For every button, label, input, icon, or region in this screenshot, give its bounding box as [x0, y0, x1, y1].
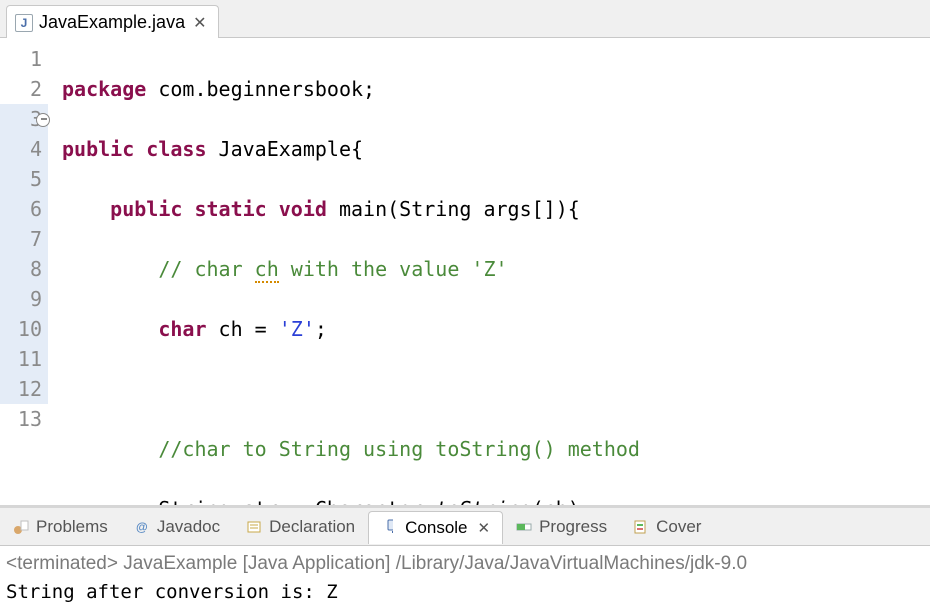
line-number: 13	[0, 404, 48, 434]
tab-declaration[interactable]: Declaration	[233, 511, 368, 543]
javadoc-icon: @	[133, 518, 151, 536]
token-string: 'Z'	[279, 317, 315, 341]
tab-label: Problems	[36, 517, 108, 537]
line-number: 4	[0, 134, 48, 164]
tab-label: Declaration	[269, 517, 355, 537]
code-line[interactable]: // char ch with the value 'Z'	[62, 254, 930, 284]
line-number: 2	[0, 74, 48, 104]
token-keyword: static	[182, 197, 266, 221]
declaration-icon	[245, 518, 263, 536]
line-number: 6	[0, 194, 48, 224]
close-view-icon[interactable]: ✕	[474, 519, 491, 537]
tab-javadoc[interactable]: @ Javadoc	[121, 511, 233, 543]
line-number-gutter: 1 2 3 4 5 6 7 8 9 10 11 12 13	[0, 38, 54, 505]
token: com.beginnersbook;	[146, 77, 375, 101]
editor-tab-label: JavaExample.java	[39, 12, 185, 33]
token-keyword: public	[62, 137, 134, 161]
line-number: 12	[0, 374, 48, 404]
coverage-icon	[632, 518, 650, 536]
token-keyword: void	[267, 197, 327, 221]
tab-label: Console	[405, 518, 467, 538]
token: JavaExample{	[207, 137, 364, 161]
token-comment: ch	[255, 257, 279, 283]
tab-progress[interactable]: Progress	[503, 511, 620, 543]
token-keyword: public	[110, 197, 182, 221]
line-number: 9	[0, 284, 48, 314]
line-number[interactable]: 3	[0, 104, 48, 134]
line-number: 1	[0, 44, 48, 74]
console-output-line: String after conversion is: Z	[6, 578, 924, 606]
tab-label: Cover	[656, 517, 701, 537]
line-number: 7	[0, 224, 48, 254]
console-status: <terminated> JavaExample [Java Applicati…	[6, 550, 924, 578]
token-comment: // char	[158, 257, 254, 281]
token: String str = Character.	[158, 497, 435, 508]
token-comment: with the value 'Z'	[279, 257, 508, 281]
code-line[interactable]: package com.beginnersbook;	[62, 74, 930, 104]
line-number: 11	[0, 344, 48, 374]
console-icon	[381, 519, 399, 537]
code-area[interactable]: package com.beginnersbook; public class …	[54, 38, 930, 505]
bottom-view-tab-bar: Problems @ Javadoc Declaration Console ✕…	[0, 508, 930, 546]
problems-icon	[12, 518, 30, 536]
token-keyword: char	[158, 317, 206, 341]
line-number: 10	[0, 314, 48, 344]
java-file-icon: J	[15, 14, 33, 32]
token: (ch);	[532, 497, 592, 508]
token-comment: //char to String using toString() method	[158, 437, 640, 461]
token: ch =	[207, 317, 279, 341]
line-number: 5	[0, 164, 48, 194]
token-keyword: package	[62, 77, 146, 101]
code-line[interactable]	[62, 374, 930, 404]
code-line[interactable]: //char to String using toString() method	[62, 434, 930, 464]
code-line[interactable]: public class JavaExample{	[62, 134, 930, 164]
token: ;	[315, 317, 327, 341]
token-keyword: class	[134, 137, 206, 161]
progress-icon	[515, 518, 533, 536]
console-view: <terminated> JavaExample [Java Applicati…	[0, 546, 930, 614]
tab-label: Javadoc	[157, 517, 220, 537]
tab-problems[interactable]: Problems	[0, 511, 121, 543]
tab-label: Progress	[539, 517, 607, 537]
code-editor[interactable]: 1 2 3 4 5 6 7 8 9 10 11 12 13 package co…	[0, 38, 930, 508]
code-line[interactable]: public static void main(String args[]){	[62, 194, 930, 224]
line-number: 8	[0, 254, 48, 284]
tab-console[interactable]: Console ✕	[368, 511, 503, 544]
editor-tab-bar: J JavaExample.java ✕	[0, 0, 930, 38]
code-line[interactable]: char ch = 'Z';	[62, 314, 930, 344]
close-tab-icon[interactable]: ✕	[191, 13, 208, 33]
code-line[interactable]: String str = Character.toString(ch);	[62, 494, 930, 508]
editor-tab-javaexample[interactable]: J JavaExample.java ✕	[6, 5, 219, 38]
token: main(String args[]){	[327, 197, 580, 221]
tab-coverage[interactable]: Cover	[620, 511, 714, 543]
token-method: toString	[435, 497, 531, 508]
